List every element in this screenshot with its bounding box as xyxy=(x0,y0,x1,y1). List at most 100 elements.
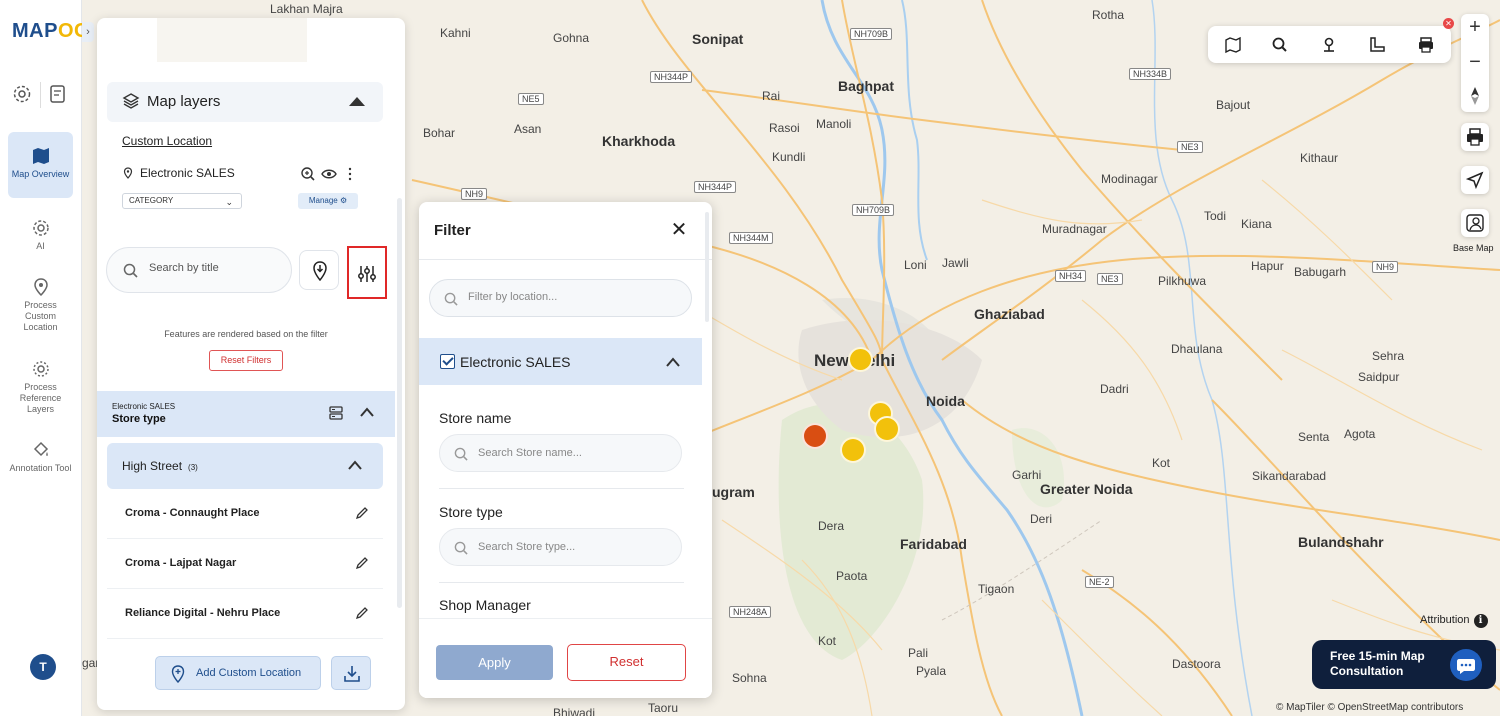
store-pin[interactable] xyxy=(840,437,866,463)
zoom-to-layer-icon[interactable] xyxy=(301,167,315,181)
panel-scrollbar[interactable] xyxy=(397,198,402,608)
map-label: Senta xyxy=(1298,430,1330,444)
consultation-banner[interactable]: Free 15-min Map Consultation xyxy=(1312,640,1496,689)
location-filter[interactable] xyxy=(429,279,692,317)
store-pin[interactable] xyxy=(848,347,873,372)
database-icon[interactable] xyxy=(329,406,343,420)
map-label: Agota xyxy=(1344,427,1376,441)
map-label: Dhaulana xyxy=(1171,342,1223,356)
map-label: Ghaziabad xyxy=(974,306,1045,322)
zoom-out-button[interactable]: − xyxy=(1461,51,1489,74)
search-icon xyxy=(123,263,138,278)
collapse-caret-icon[interactable] xyxy=(349,97,365,106)
settings-gear-icon[interactable] xyxy=(12,84,32,104)
map-label: Kharkhoda xyxy=(602,133,676,149)
edit-pencil-icon[interactable] xyxy=(355,506,369,520)
map-label: Sikandarabad xyxy=(1252,469,1327,483)
list-item[interactable]: Croma - Connaught Place xyxy=(107,489,383,539)
download-button[interactable] xyxy=(331,656,371,690)
map-label: Rasoi xyxy=(769,121,800,135)
base-map-button[interactable] xyxy=(1461,209,1489,237)
high-street-group[interactable]: High Street (3) xyxy=(107,443,383,489)
rail-item-process-custom-location[interactable]: Process Custom Location xyxy=(8,277,73,333)
user-avatar[interactable]: T xyxy=(30,654,56,680)
rail-item-map-overview[interactable]: Map Overview xyxy=(8,132,73,198)
map-label: Jawli xyxy=(942,256,969,270)
road-shield: NH344P xyxy=(694,181,737,193)
search-bar[interactable] xyxy=(106,247,292,293)
layer-checkbox[interactable] xyxy=(440,354,455,369)
rail-item-annotation-tool[interactable]: Annotation Tool xyxy=(8,440,73,474)
notes-icon[interactable] xyxy=(49,84,67,104)
map-label: Kot xyxy=(818,634,837,648)
chevron-up-icon[interactable] xyxy=(359,406,375,418)
road-shield: NE-2 xyxy=(1085,576,1114,588)
map-label: Bajout xyxy=(1216,98,1251,112)
rail-item-process-reference-layers[interactable]: Process Reference Layers xyxy=(8,359,73,415)
edit-pencil-icon[interactable] xyxy=(355,606,369,620)
store-type-filter[interactable] xyxy=(439,528,682,566)
base-map-label: Base Map xyxy=(1453,243,1494,253)
wrench-icon: ⚙ xyxy=(339,196,348,205)
filter-layer-header[interactable]: Electronic SALES xyxy=(419,338,702,385)
category-select[interactable]: CATEGORY ⌄ xyxy=(122,193,242,209)
store-pin[interactable] xyxy=(802,423,828,449)
reset-filters-button[interactable]: Reset Filters xyxy=(209,350,283,371)
mapog-logo[interactable]: MAPOG xyxy=(12,20,90,43)
road-shield: NH709B xyxy=(852,204,895,216)
layer-item[interactable]: Electronic SALES xyxy=(122,166,235,180)
print-icon[interactable] xyxy=(1417,36,1435,54)
map-label: Bhiwadi xyxy=(553,706,596,716)
print-button[interactable] xyxy=(1461,123,1489,151)
store-pin[interactable] xyxy=(874,416,900,442)
rail-item-ai[interactable]: AI xyxy=(8,218,73,252)
tab-custom-location[interactable]: Custom Location xyxy=(122,134,212,148)
layer-actions xyxy=(301,167,352,181)
attribution-toggle[interactable]: Attribution i xyxy=(1420,614,1488,628)
chat-bubble-icon[interactable] xyxy=(1450,649,1482,681)
chevron-up-icon[interactable] xyxy=(347,459,363,471)
download-icon xyxy=(344,666,360,682)
close-icon[interactable]: ✕ xyxy=(669,220,689,240)
map-label: Kot xyxy=(1152,456,1171,470)
ruler-icon[interactable] xyxy=(1368,36,1386,54)
store-name-input[interactable] xyxy=(478,447,668,459)
zoom-control: + − xyxy=(1461,14,1489,112)
map-label: Loni xyxy=(904,258,927,272)
map-search-icon[interactable] xyxy=(1224,36,1242,54)
visibility-eye-icon[interactable] xyxy=(321,169,337,179)
chevron-up-icon[interactable] xyxy=(665,356,681,368)
more-options-icon[interactable] xyxy=(348,167,352,181)
reset-button[interactable]: Reset xyxy=(567,644,686,681)
subgroup-count: (3) xyxy=(188,463,198,472)
compass-icon[interactable] xyxy=(1469,86,1481,106)
person-pin-icon[interactable] xyxy=(1320,36,1338,54)
consultation-text: Free 15-min Map Consultation xyxy=(1330,649,1425,678)
store-name-filter[interactable] xyxy=(439,434,682,472)
field-label-store-name: Store name xyxy=(439,410,512,426)
store-type-group-header[interactable]: Electronic SALES Store type xyxy=(97,391,395,437)
collapse-rail-button[interactable]: › xyxy=(82,22,94,42)
store-type-input[interactable] xyxy=(478,541,668,553)
search-input[interactable] xyxy=(149,262,279,274)
locate-button[interactable] xyxy=(299,250,339,290)
manage-button[interactable]: Manage ⚙ xyxy=(298,193,358,209)
zoom-in-button[interactable]: + xyxy=(1461,16,1489,39)
edit-pencil-icon[interactable] xyxy=(355,556,369,570)
filter-location-input[interactable] xyxy=(468,291,668,303)
list-item[interactable]: Croma - Lajpat Nagar xyxy=(107,539,383,589)
list-item[interactable]: Reliance Digital - Nehru Place xyxy=(107,589,383,639)
search-icon xyxy=(454,447,468,461)
toolbar-close-icon[interactable]: ✕ xyxy=(1443,18,1454,29)
road-shield: NH709B xyxy=(850,28,893,40)
map-label: Taoru xyxy=(648,701,679,715)
apply-button[interactable]: Apply xyxy=(436,645,553,680)
search-icon[interactable] xyxy=(1271,36,1289,54)
map-layers-header[interactable]: Map layers xyxy=(107,82,383,122)
filter-scrollbar[interactable] xyxy=(705,212,709,322)
add-custom-location-button[interactable]: Add Custom Location xyxy=(155,656,321,690)
store-name: Croma - Connaught Place xyxy=(125,507,260,519)
map-label: Noida xyxy=(926,393,965,409)
road-shield: NH248A xyxy=(729,606,772,618)
navigate-button[interactable] xyxy=(1461,166,1489,194)
